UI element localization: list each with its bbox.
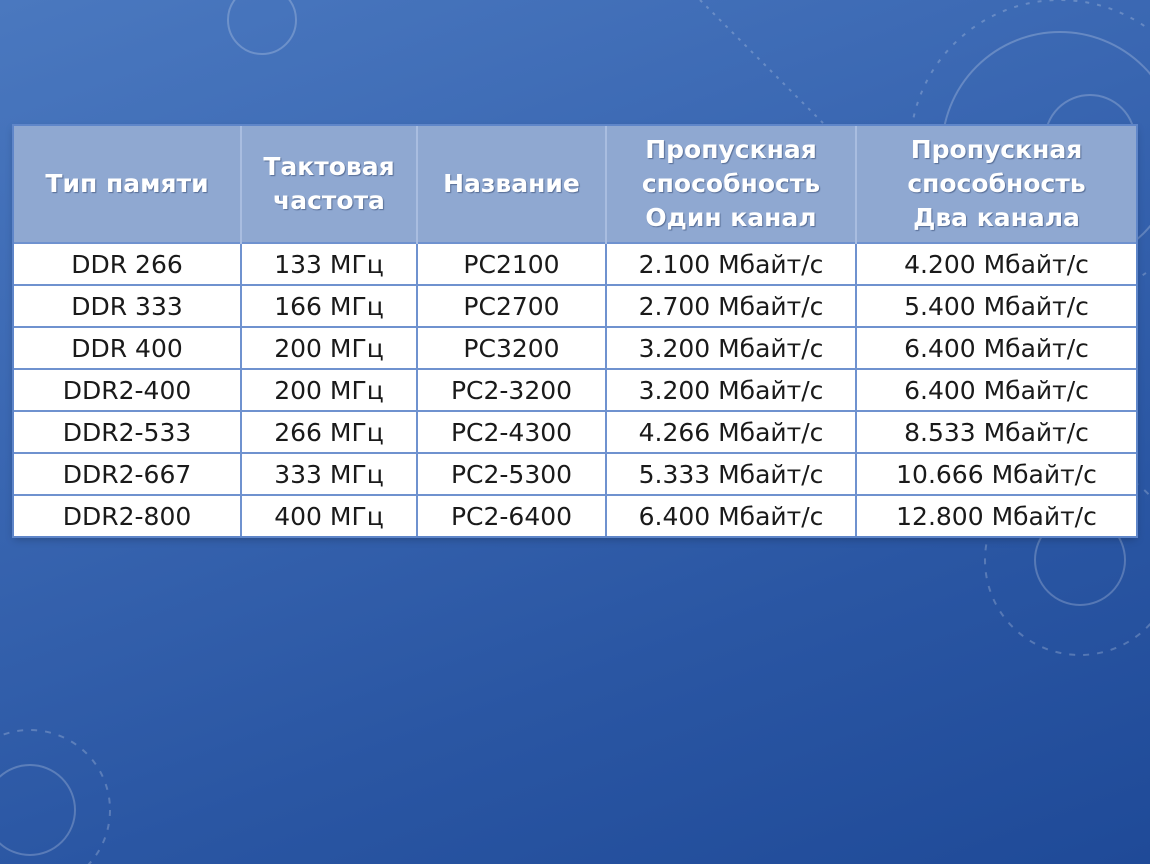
cell-memory-type: DDR 400 <box>14 326 242 369</box>
cell-memory-type: DDR 333 <box>14 284 242 327</box>
cell-name: PC2100 <box>417 242 607 285</box>
cell-bandwidth-dual: 10.666 Мбайт/с <box>856 452 1136 495</box>
cell-bandwidth-single: 5.333 Мбайт/с <box>606 452 857 495</box>
cell-name: PC2-5300 <box>417 452 607 495</box>
cell-clock-frequency: 166 МГц <box>241 284 418 327</box>
table-row: DDR2-667 333 МГц PC2-5300 5.333 Мбайт/с … <box>14 452 1136 495</box>
cell-clock-frequency: 133 МГц <box>241 242 418 285</box>
table-row: DDR 333 166 МГц PC2700 2.700 Мбайт/с 5.4… <box>14 284 1136 327</box>
header-bandwidth-dual-channel: Пропускная способность Два канала <box>856 126 1136 243</box>
table-row: DDR2-800 400 МГц PC2-6400 6.400 Мбайт/с … <box>14 494 1136 536</box>
cell-clock-frequency: 266 МГц <box>241 410 418 453</box>
decor-dial-lower-left <box>0 729 111 864</box>
memory-table-container: Тип памяти Тактовая частота Название Про… <box>14 126 1136 536</box>
header-name: Название <box>417 126 607 243</box>
cell-bandwidth-single: 4.266 Мбайт/с <box>606 410 857 453</box>
table-row: DDR2-400 200 МГц PC2-3200 3.200 Мбайт/с … <box>14 368 1136 411</box>
table-row: DDR2-533 266 МГц PC2-4300 4.266 Мбайт/с … <box>14 410 1136 453</box>
cell-name: PC2-3200 <box>417 368 607 411</box>
cell-name: PC3200 <box>417 326 607 369</box>
table-row: DDR 266 133 МГц PC2100 2.100 Мбайт/с 4.2… <box>14 242 1136 285</box>
table-header-row: Тип памяти Тактовая частота Название Про… <box>14 126 1136 243</box>
cell-bandwidth-dual: 12.800 Мбайт/с <box>856 494 1136 536</box>
cell-bandwidth-dual: 4.200 Мбайт/с <box>856 242 1136 285</box>
cell-bandwidth-single: 6.400 Мбайт/с <box>606 494 857 536</box>
cell-bandwidth-dual: 6.400 Мбайт/с <box>856 326 1136 369</box>
cell-memory-type: DDR2-667 <box>14 452 242 495</box>
cell-clock-frequency: 200 МГц <box>241 326 418 369</box>
decor-circle-top <box>227 0 297 55</box>
cell-bandwidth-dual: 6.400 Мбайт/с <box>856 368 1136 411</box>
cell-clock-frequency: 400 МГц <box>241 494 418 536</box>
cell-bandwidth-single: 3.200 Мбайт/с <box>606 326 857 369</box>
cell-clock-frequency: 333 МГц <box>241 452 418 495</box>
header-bandwidth-single-channel: Пропускная способность Один канал <box>606 126 857 243</box>
cell-bandwidth-dual: 8.533 Мбайт/с <box>856 410 1136 453</box>
cell-memory-type: DDR 266 <box>14 242 242 285</box>
cell-memory-type: DDR2-800 <box>14 494 242 536</box>
cell-name: PC2-4300 <box>417 410 607 453</box>
cell-memory-type: DDR2-400 <box>14 368 242 411</box>
cell-bandwidth-single: 2.100 Мбайт/с <box>606 242 857 285</box>
decor-ring-lower-left <box>0 764 76 856</box>
header-clock-frequency: Тактовая частота <box>241 126 418 243</box>
cell-bandwidth-dual: 5.400 Мбайт/с <box>856 284 1136 327</box>
cell-bandwidth-single: 2.700 Мбайт/с <box>606 284 857 327</box>
cell-name: PC2-6400 <box>417 494 607 536</box>
cell-memory-type: DDR2-533 <box>14 410 242 453</box>
header-memory-type: Тип памяти <box>14 126 242 243</box>
memory-table: Тип памяти Тактовая частота Название Про… <box>14 126 1136 536</box>
cell-bandwidth-single: 3.200 Мбайт/с <box>606 368 857 411</box>
table-row: DDR 400 200 МГц PC3200 3.200 Мбайт/с 6.4… <box>14 326 1136 369</box>
cell-name: PC2700 <box>417 284 607 327</box>
cell-clock-frequency: 200 МГц <box>241 368 418 411</box>
